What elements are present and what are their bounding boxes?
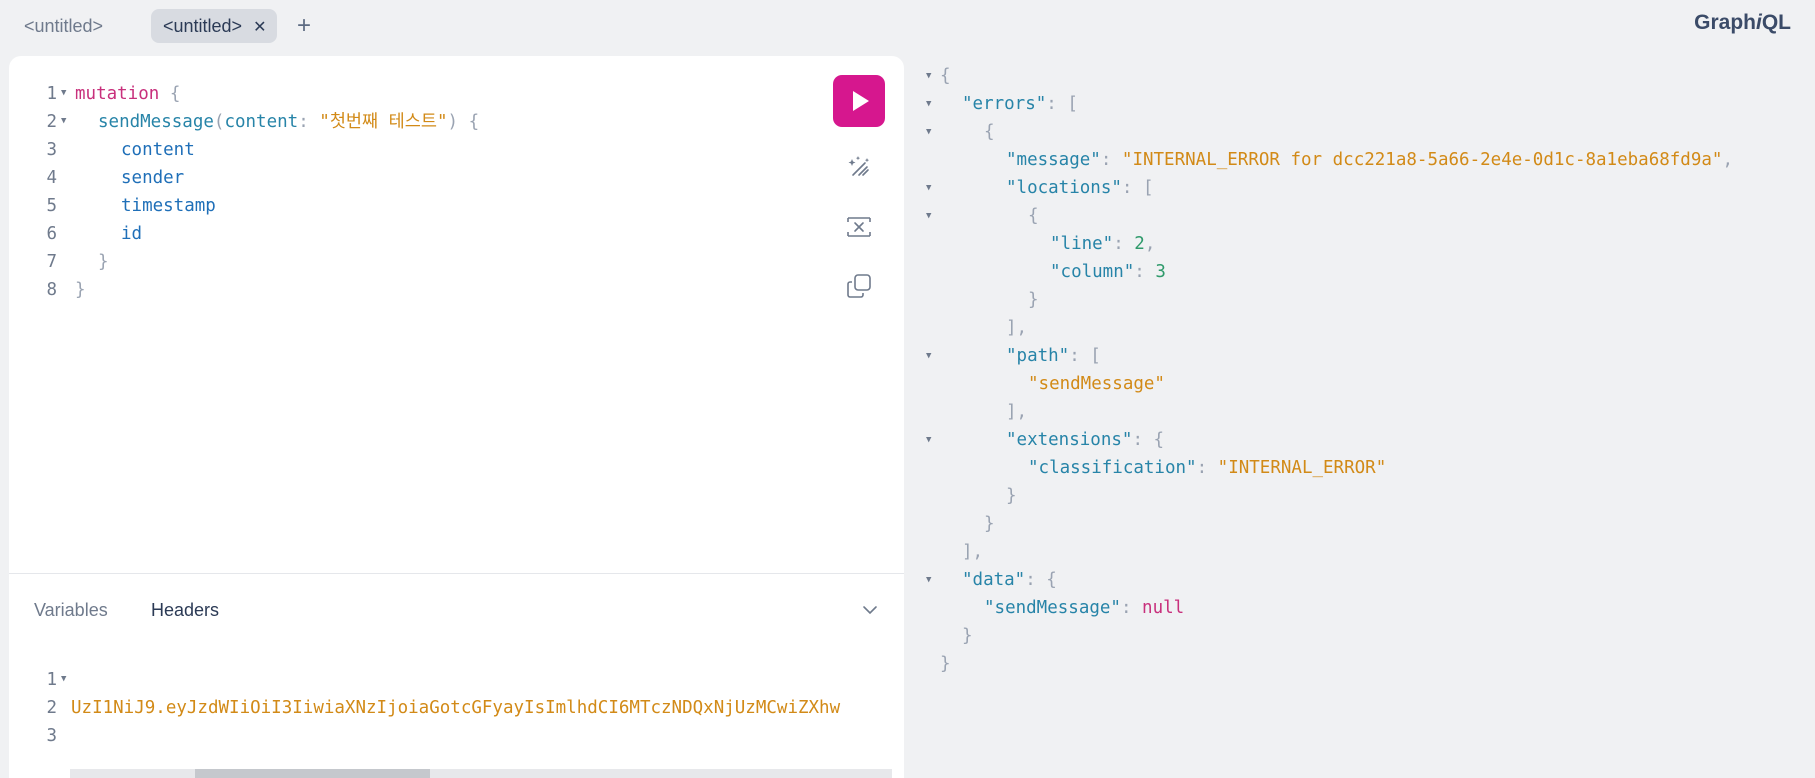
fold-arrow-icon[interactable]: ▼	[926, 351, 931, 361]
logo-text: QL	[1761, 11, 1791, 34]
json-key: "column"	[1050, 262, 1135, 282]
scrollbar-thumb[interactable]	[195, 769, 430, 778]
fold-arrow-icon[interactable]: ▼	[61, 88, 66, 98]
line-number: 3	[46, 140, 57, 160]
json-line: }	[940, 654, 951, 674]
token-argument: content	[224, 112, 299, 132]
json-line: "classification": "INTERNAL_ERROR"	[1028, 458, 1387, 478]
fold-arrow-icon[interactable]: ▼	[926, 211, 931, 221]
add-tab-button[interactable]: +	[294, 9, 314, 43]
json-line: {	[940, 66, 951, 86]
json-line: "locations": [	[1006, 178, 1154, 198]
line-number: 5	[46, 196, 57, 216]
json-key: "classification"	[1028, 458, 1197, 478]
token-punct: {	[159, 84, 181, 104]
line-number: 2	[46, 698, 57, 718]
code-line: }	[75, 280, 86, 300]
json-line: ],	[1006, 402, 1028, 422]
json-line: "sendMessage"	[1028, 374, 1165, 394]
editor-divider[interactable]	[9, 573, 904, 574]
close-icon[interactable]: ✕	[253, 19, 266, 36]
tab-bar: <untitled> <untitled> ✕ + GraphiQL	[0, 0, 1815, 48]
line-number: 2	[46, 112, 57, 132]
json-line: {	[1028, 206, 1039, 226]
json-key: "errors"	[962, 94, 1047, 114]
magic-wand-icon[interactable]	[845, 153, 873, 181]
json-line: ],	[1006, 318, 1028, 338]
line-number: 3	[46, 726, 57, 746]
run-query-button[interactable]	[833, 75, 885, 127]
play-icon	[853, 91, 869, 111]
json-key: "message"	[1006, 150, 1101, 170]
json-key: "sendMessage"	[984, 598, 1121, 618]
fold-arrow-icon[interactable]: ▼	[926, 99, 931, 109]
tab-variables[interactable]: Variables	[34, 596, 108, 624]
json-string: "INTERNAL_ERROR"	[1217, 458, 1387, 478]
line-number: 8	[46, 280, 57, 300]
line-number: 6	[46, 224, 57, 244]
json-line: {	[984, 122, 995, 142]
code-line: content	[121, 140, 195, 160]
json-line: }	[984, 514, 995, 534]
json-key: "line"	[1050, 234, 1114, 254]
merge-fragments-icon[interactable]	[845, 213, 873, 241]
code-line: sendMessage(content: "첫번째 테스트") {	[98, 108, 479, 136]
line-number: 1	[46, 84, 57, 104]
horizontal-scrollbar[interactable]	[70, 769, 892, 778]
fold-arrow-icon[interactable]: ▼	[926, 71, 931, 81]
json-key: "extensions"	[1006, 430, 1133, 450]
json-string: "INTERNAL_ERROR for dcc221a8-5a66-2e4e-0…	[1121, 150, 1723, 170]
tab-untitled-2-active[interactable]: <untitled> ✕	[151, 9, 277, 43]
query-editor-panel: 1 2 3 4 5 6 7 8 ▼ ▼ mutation { sendMessa…	[9, 56, 904, 778]
token-punct: (	[213, 112, 225, 132]
line-number: 7	[46, 252, 57, 272]
copy-icon[interactable]	[845, 272, 873, 300]
json-line: "column": 3	[1050, 262, 1166, 282]
json-line: "data": {	[962, 570, 1057, 590]
line-number: 4	[46, 168, 57, 188]
json-line: }	[962, 626, 973, 646]
token-field: sendMessage	[98, 112, 214, 132]
token-punct: ) {	[447, 112, 480, 132]
code-line: timestamp	[121, 196, 216, 216]
json-line: }	[1028, 290, 1039, 310]
token-punct: :	[298, 112, 320, 132]
json-number: 3	[1155, 262, 1166, 282]
json-line: "errors": [	[962, 94, 1078, 114]
tab-headers[interactable]: Headers	[151, 596, 219, 624]
fold-arrow-icon[interactable]: ▼	[926, 127, 931, 137]
chevron-down-icon[interactable]	[862, 602, 878, 618]
header-token-value: UzI1NiJ9.eyJzdWIiOiI3IiwiaXNzIjoiaGotcGF…	[71, 698, 841, 718]
graphiql-logo: GraphiQL	[1694, 11, 1791, 35]
json-line: "line": 2,	[1050, 234, 1156, 254]
json-number: 2	[1134, 234, 1145, 254]
result-viewer: ▼ ▼ ▼ ▼ ▼ ▼ ▼ ▼ { "errors": [ { "message…	[904, 56, 1815, 778]
code-line: id	[121, 224, 143, 244]
token-keyword: mutation	[75, 84, 160, 104]
fold-arrow-icon[interactable]: ▼	[61, 116, 66, 126]
token-string: "첫번째 테스트"	[319, 112, 448, 132]
json-key: "path"	[1006, 346, 1070, 366]
json-line: "path": [	[1006, 346, 1101, 366]
line-number: 1	[46, 670, 57, 690]
logo-text: Graph	[1694, 11, 1756, 34]
fold-arrow-icon[interactable]: ▼	[61, 674, 66, 684]
json-line: ],	[962, 542, 984, 562]
json-key: "locations"	[1006, 178, 1122, 198]
json-line: "sendMessage": null	[984, 598, 1185, 618]
fold-arrow-icon[interactable]: ▼	[926, 183, 931, 193]
json-line: }	[1006, 486, 1017, 506]
json-line: "extensions": {	[1006, 430, 1165, 450]
fold-arrow-icon[interactable]: ▼	[926, 435, 931, 445]
fold-arrow-icon[interactable]: ▼	[926, 575, 931, 585]
code-line: mutation {	[75, 80, 180, 108]
code-line: sender	[121, 168, 185, 188]
json-line: "message": "INTERNAL_ERROR for dcc221a8-…	[1006, 150, 1733, 170]
code-line: }	[98, 252, 109, 272]
tab-label: <untitled>	[163, 16, 243, 36]
tab-untitled-1[interactable]: <untitled>	[12, 9, 115, 43]
tab-label: <untitled>	[24, 16, 104, 36]
json-null: null	[1142, 598, 1185, 618]
json-key: "data"	[962, 570, 1026, 590]
